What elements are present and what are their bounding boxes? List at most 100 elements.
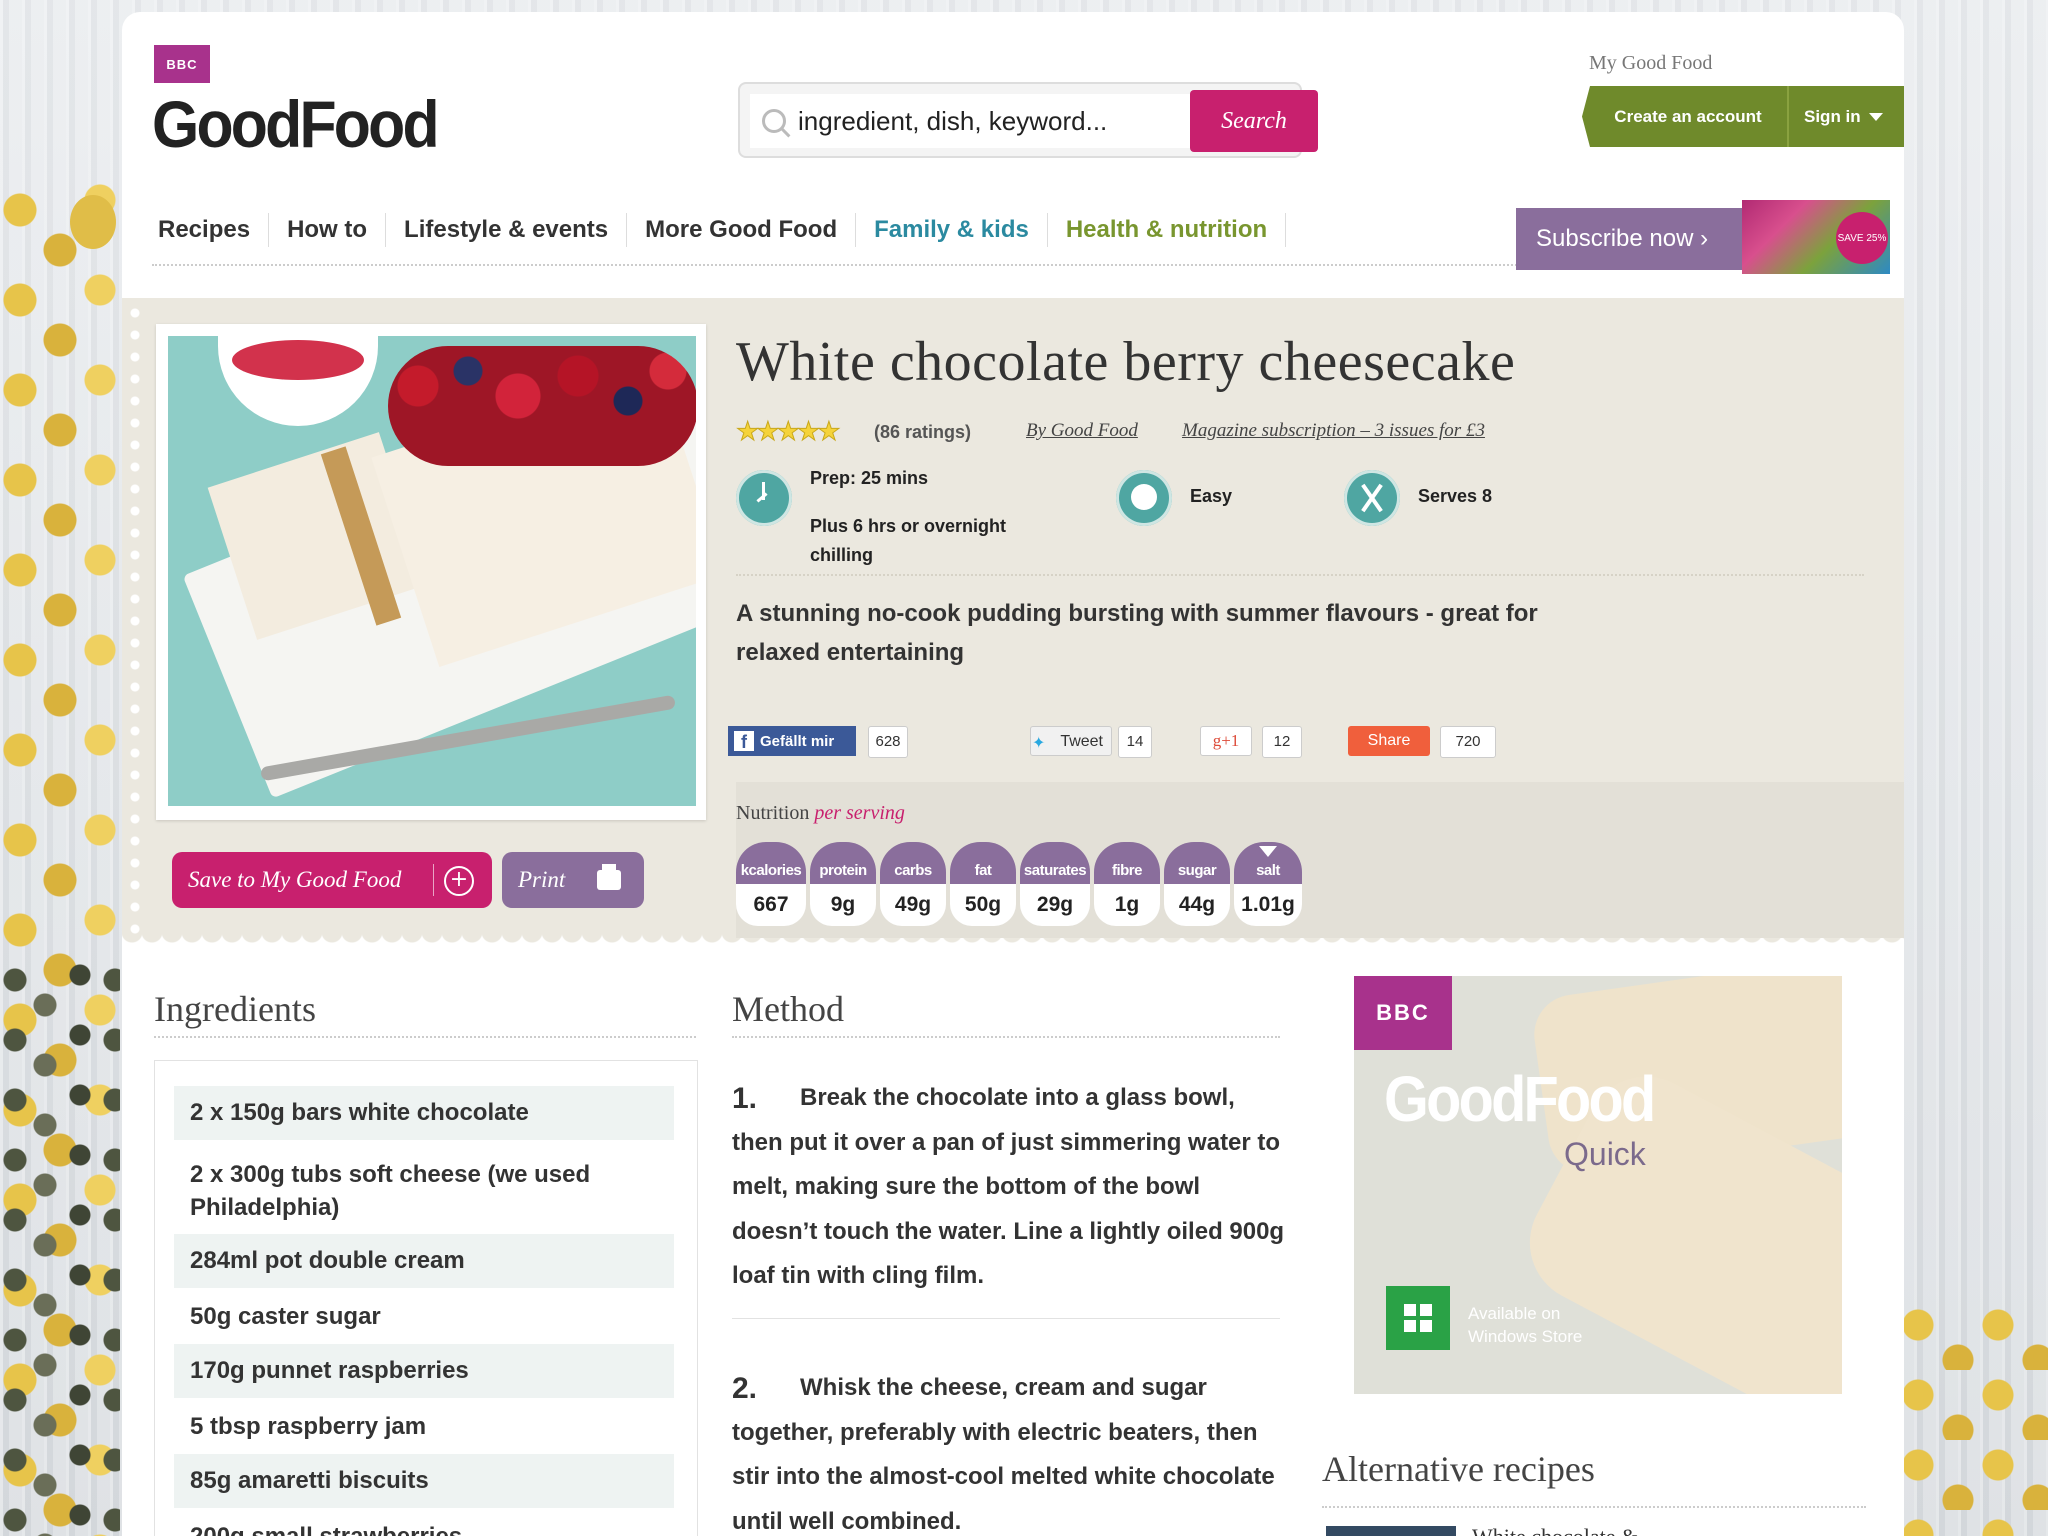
background-peas-bowl	[1898, 1300, 2048, 1536]
nav-family-kids[interactable]: Family & kids	[856, 213, 1048, 247]
goodfood-logo[interactable]: GoodFood	[152, 86, 440, 162]
nutrition-value: 44g	[1164, 884, 1230, 926]
ingredient-item: 170g punnet raspberries	[174, 1344, 674, 1398]
save-to-my-good-food-button[interactable]: Save to My Good Food +	[172, 852, 492, 908]
alternative-recipe-thumbnail[interactable]	[1326, 1526, 1456, 1536]
nutrition-value: 49g	[880, 884, 946, 926]
save-button-label: Save to My Good Food	[188, 867, 402, 892]
goodfood-quick-app-ad[interactable]: BBC GoodFood Quick Available on Windows …	[1354, 976, 1842, 1394]
print-button[interactable]: Print	[502, 852, 644, 908]
google-plus-button[interactable]: g+1	[1200, 726, 1252, 756]
subscribe-button[interactable]: Subscribe now ›	[1516, 208, 1742, 270]
step-divider	[732, 1318, 1280, 1319]
author-link[interactable]: By Good Food	[1026, 420, 1138, 442]
nutrition-protein: protein 9g	[810, 842, 876, 926]
nav-recipes[interactable]: Recipes	[148, 213, 270, 247]
share-count: 720	[1440, 726, 1496, 758]
magazine-subscription-link[interactable]: Magazine subscription – 3 issues for £3	[1182, 420, 1485, 442]
google-plus-count: 12	[1262, 726, 1302, 758]
button-divider	[433, 864, 434, 896]
ad-quick-label: Quick	[1564, 1136, 1646, 1172]
step-text: Break the chocolate into a glass bowl, t…	[732, 1084, 1285, 1289]
star-rating[interactable]: ★★★★★	[736, 416, 842, 447]
nutrition-salt: salt 1.01g	[1234, 842, 1302, 926]
tweet-count: 14	[1118, 726, 1152, 758]
store-line-2: Windows Store	[1468, 1327, 1583, 1346]
step-text: Whisk the cheese, cream and sugar togeth…	[732, 1374, 1275, 1535]
nutrition-carbs: carbs 49g	[880, 842, 946, 926]
nav-health-nutrition[interactable]: Health & nutrition	[1048, 213, 1287, 247]
ratings-count: (86 ratings)	[874, 422, 972, 442]
nutrition-name: saturates	[1020, 842, 1090, 884]
page-container: BBC GoodFood Search My Good Food Create …	[122, 12, 1904, 1536]
search-input[interactable]	[750, 94, 1190, 148]
alternative-rule	[1322, 1506, 1866, 1508]
nutrition-name: kcalories	[736, 842, 806, 884]
nav-lifestyle-events[interactable]: Lifestyle & events	[386, 213, 628, 247]
nutrition-saturates: saturates 29g	[1020, 842, 1090, 926]
search-icon	[762, 109, 786, 133]
printer-icon	[597, 864, 621, 890]
ingredient-item: 200g small strawberries	[174, 1510, 674, 1536]
twitter-bird-icon: ✦	[1032, 735, 1046, 752]
facebook-count: 628	[868, 726, 908, 758]
bbc-logo[interactable]: BBC	[154, 45, 210, 83]
search-bar: Search	[738, 82, 1318, 158]
nav-more-good-food[interactable]: More Good Food	[627, 213, 857, 247]
ad-goodfood-logo: GoodFood	[1384, 1063, 1656, 1135]
chevron-down-icon	[1868, 113, 1883, 122]
berry-topping	[388, 346, 696, 466]
chef-hat-icon	[1116, 470, 1172, 526]
facebook-icon: f	[734, 731, 754, 752]
nutrition-label: Nutrition per serving	[736, 802, 905, 825]
background-pea	[70, 195, 116, 249]
clock-icon	[736, 470, 792, 526]
nutrition-value: 1.01g	[1234, 884, 1302, 926]
nutrition-value: 1g	[1094, 884, 1160, 926]
sign-in-label: Sign in	[1804, 106, 1861, 126]
alternative-recipes-heading: Alternative recipes	[1322, 1449, 1595, 1489]
nutrition-value: 9g	[810, 884, 876, 926]
nutrition-sugar: sugar 44g	[1164, 842, 1230, 926]
nutrition-value: 50g	[950, 884, 1016, 926]
save-badge: SAVE 25%	[1836, 212, 1888, 264]
nutrition-kcalories: kcalories 667	[736, 842, 806, 926]
method-heading: Method	[732, 989, 844, 1029]
cutlery-icon	[1344, 470, 1400, 526]
plus-icon: +	[444, 866, 474, 896]
ingredient-item: 85g amaretti biscuits	[174, 1454, 674, 1508]
ingredient-item: 2 x 150g bars white chocolate	[174, 1086, 674, 1140]
alternative-recipe-link[interactable]: White chocolate & ...	[1472, 1524, 1660, 1536]
ingredient-item: 284ml pot double cream	[174, 1234, 674, 1288]
difficulty: Easy	[1190, 486, 1233, 506]
sauce-bowl	[218, 336, 378, 426]
nutrition-fat: fat 50g	[950, 842, 1016, 926]
recipe-photo-frame	[156, 324, 706, 820]
method-rule	[732, 1036, 1280, 1038]
store-line-1: Available on	[1468, 1304, 1561, 1323]
search-button[interactable]: Search	[1190, 90, 1318, 152]
nutrition-fibre: fibre 1g	[1094, 842, 1160, 926]
servings: Serves 8	[1418, 486, 1493, 506]
per-serving: per serving	[814, 802, 905, 824]
share-button[interactable]: Share	[1348, 726, 1430, 756]
ingredients-rule	[154, 1036, 696, 1038]
nutrition-name: fibre	[1094, 842, 1160, 884]
hero-divider	[736, 574, 1864, 576]
arrow-down-icon	[1259, 846, 1277, 857]
nutrition-title: Nutrition	[736, 802, 810, 824]
sign-in-button[interactable]: Sign in	[1790, 86, 1904, 147]
create-account-button[interactable]: Create an account	[1588, 86, 1788, 147]
prep-extra: Plus 6 hrs or overnight chilling	[810, 516, 1007, 565]
main-nav: Recipes How to Lifestyle & events More G…	[148, 212, 1287, 248]
ingredient-item: 50g caster sugar	[190, 1303, 381, 1330]
recipe-description: A stunning no-cook pudding bursting with…	[736, 600, 1538, 666]
nav-how-to[interactable]: How to	[269, 213, 387, 247]
nutrition-name: protein	[810, 842, 876, 884]
background-green-lentils	[0, 960, 120, 1536]
nutrition-value: 667	[736, 884, 806, 926]
nutrition-name: fat	[950, 842, 1016, 884]
my-good-food-label: My Good Food	[1589, 52, 1713, 74]
nutrition-value: 29g	[1020, 884, 1090, 926]
recipe-photo	[168, 336, 696, 806]
